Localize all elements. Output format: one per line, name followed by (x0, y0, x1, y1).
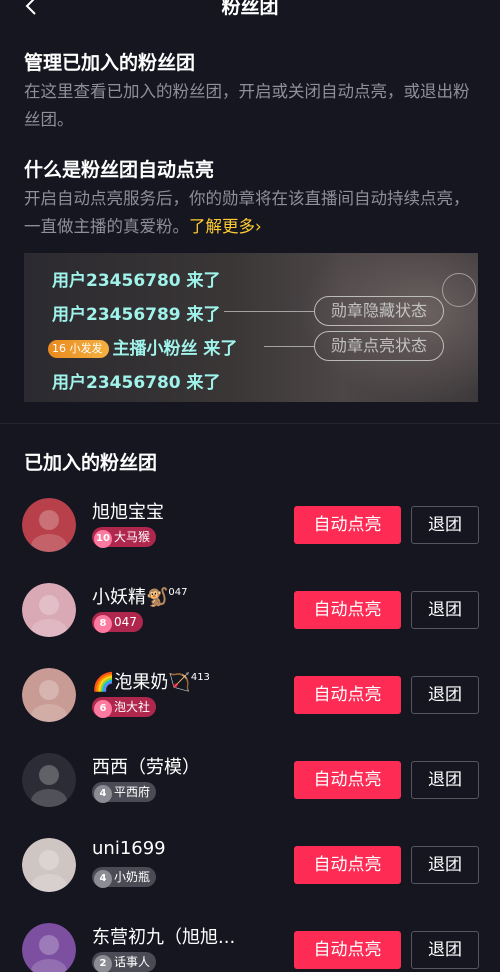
avatar-image (22, 668, 76, 722)
fan-badge-name: 047 (114, 615, 137, 629)
demo-badge-level: 16 (52, 342, 66, 355)
avatar-image (22, 838, 76, 892)
fan-badge-level: 4 (94, 785, 112, 803)
page-title: 粉丝团 (221, 0, 279, 18)
avatar-head (39, 510, 59, 530)
fan-group-row[interactable]: 🌈泡果奶🏹413 6 泡大社 自动点亮 退团 (0, 668, 500, 754)
fan-group-name-text: 西西（劳模） (92, 757, 200, 778)
quit-group-button[interactable]: 退团 (411, 931, 479, 969)
avatar[interactable] (22, 498, 76, 552)
fan-group-name: 东营初九（旭旭... (92, 923, 235, 949)
auto-light-description: 开启自动点亮服务后，你的勋章将在该直播间自动持续点亮，一直做主播的真爱粉。了解更… (24, 185, 484, 241)
fan-badge-level: 2 (94, 955, 112, 972)
quit-group-button[interactable]: 退团 (411, 676, 479, 714)
demo-pill-hidden: 勋章隐藏状态 (314, 296, 445, 326)
fan-badge-name: 小奶瓶 (114, 870, 151, 884)
fan-badge: 4 小奶瓶 (92, 867, 157, 888)
fan-badge: 4 平西府 (92, 782, 157, 803)
fan-badge-name: 平西府 (114, 785, 151, 799)
demo-badge-name: 小发发 (69, 342, 103, 355)
fan-group-name-sup: 047 (168, 587, 188, 598)
avatar-head (39, 680, 59, 700)
auto-light-button[interactable]: 自动点亮 (294, 931, 401, 969)
fan-badge: 2 话事人 (92, 952, 157, 972)
fan-group-row[interactable]: uni1699 4 小奶瓶 自动点亮 退团 (0, 838, 500, 924)
fan-badge: 8 047 (92, 612, 143, 633)
fan-group-row[interactable]: 东营初九（旭旭... 2 话事人 自动点亮 退团 (0, 923, 500, 972)
avatar-head (39, 850, 59, 870)
fan-badge-level: 4 (94, 870, 112, 888)
manage-section-description: 在这里查看已加入的粉丝团，开启或关闭自动点亮，或退出粉丝团。 (24, 82, 470, 129)
demo-circle-decoration (442, 273, 476, 307)
auto-light-button[interactable]: 自动点亮 (294, 676, 401, 714)
fan-badge-level: 8 (94, 615, 112, 633)
avatar-image (22, 583, 76, 637)
avatar[interactable] (22, 923, 76, 972)
fan-group-row[interactable]: 西西（劳模） 4 平西府 自动点亮 退团 (0, 753, 500, 839)
fan-group-name-text: 东营初九（旭旭... (92, 927, 236, 948)
avatar-image (22, 923, 76, 972)
quit-group-button[interactable]: 退团 (411, 591, 479, 629)
demo-row-1: 用户23456780 来了 (52, 271, 221, 291)
auto-light-button[interactable]: 自动点亮 (294, 761, 401, 799)
fan-badge-name: 话事人 (114, 955, 151, 969)
fan-badge-level: 10 (94, 530, 112, 548)
fan-group-row[interactable]: 旭旭宝宝 10 大马猴 自动点亮 退团 (0, 498, 500, 584)
fan-group-row[interactable]: 小妖精🐒047 8 047 自动点亮 退团 (0, 583, 500, 669)
avatar-head (39, 765, 59, 785)
fan-badge: 10 大马猴 (92, 527, 157, 548)
nav-bar: 粉丝团 (0, 0, 500, 20)
section-divider (0, 423, 500, 424)
demo-connector-line-1 (224, 311, 314, 312)
auto-light-button[interactable]: 自动点亮 (294, 506, 401, 544)
fan-group-name: 旭旭宝宝 (92, 498, 164, 524)
demo-row-3: 16 小发发 主播小粉丝 来了 (48, 334, 237, 359)
fan-badge-level: 6 (94, 700, 112, 718)
fan-badge-name: 大马猴 (114, 530, 151, 544)
fan-badge-name: 泡大社 (114, 700, 151, 714)
avatar-image (22, 498, 76, 552)
fan-group-name: uni1699 (92, 838, 166, 859)
manage-section-title: 管理已加入的粉丝团 (24, 52, 196, 74)
avatar-head (39, 935, 59, 955)
avatar-head (39, 595, 59, 615)
auto-light-button[interactable]: 自动点亮 (294, 591, 401, 629)
demo-row-4: 用户23456780 来了 (52, 373, 221, 393)
avatar[interactable] (22, 753, 76, 807)
fan-group-name-sup: 413 (190, 672, 210, 683)
quit-group-button[interactable]: 退团 (411, 846, 479, 884)
fan-group-name-text: 旭旭宝宝 (92, 502, 164, 523)
demo-fan-badge: 16 小发发 (48, 340, 109, 358)
demo-row-2: 用户23456789 来了 (52, 305, 221, 325)
fan-group-name: 西西（劳模） (92, 753, 200, 779)
avatar[interactable] (22, 668, 76, 722)
fan-badge: 6 泡大社 (92, 697, 157, 718)
demo-pill-lit: 勋章点亮状态 (314, 331, 445, 361)
fan-group-name-text: uni1699 (92, 838, 166, 859)
avatar-image (22, 753, 76, 807)
auto-light-button[interactable]: 自动点亮 (294, 846, 401, 884)
quit-group-button[interactable]: 退团 (411, 506, 479, 544)
demo-connector-line-2 (264, 346, 314, 347)
avatar[interactable] (22, 838, 76, 892)
quit-group-button[interactable]: 退团 (411, 761, 479, 799)
fan-group-name: 🌈泡果奶🏹413 (92, 668, 210, 694)
joined-fan-groups-title: 已加入的粉丝团 (24, 452, 158, 474)
demo-row-3-text: 主播小粉丝 来了 (112, 339, 238, 359)
auto-light-demo-image: 用户23456780 来了 用户23456789 来了 勋章隐藏状态 16 小发… (24, 253, 478, 402)
learn-more-link[interactable]: 了解更多› (189, 217, 262, 236)
fan-group-name: 小妖精🐒047 (92, 583, 188, 609)
auto-light-section-title: 什么是粉丝团自动点亮 (24, 159, 215, 181)
fan-group-name-text: 小妖精🐒 (92, 587, 169, 608)
fan-group-name-text: 🌈泡果奶🏹 (92, 672, 191, 693)
avatar[interactable] (22, 583, 76, 637)
